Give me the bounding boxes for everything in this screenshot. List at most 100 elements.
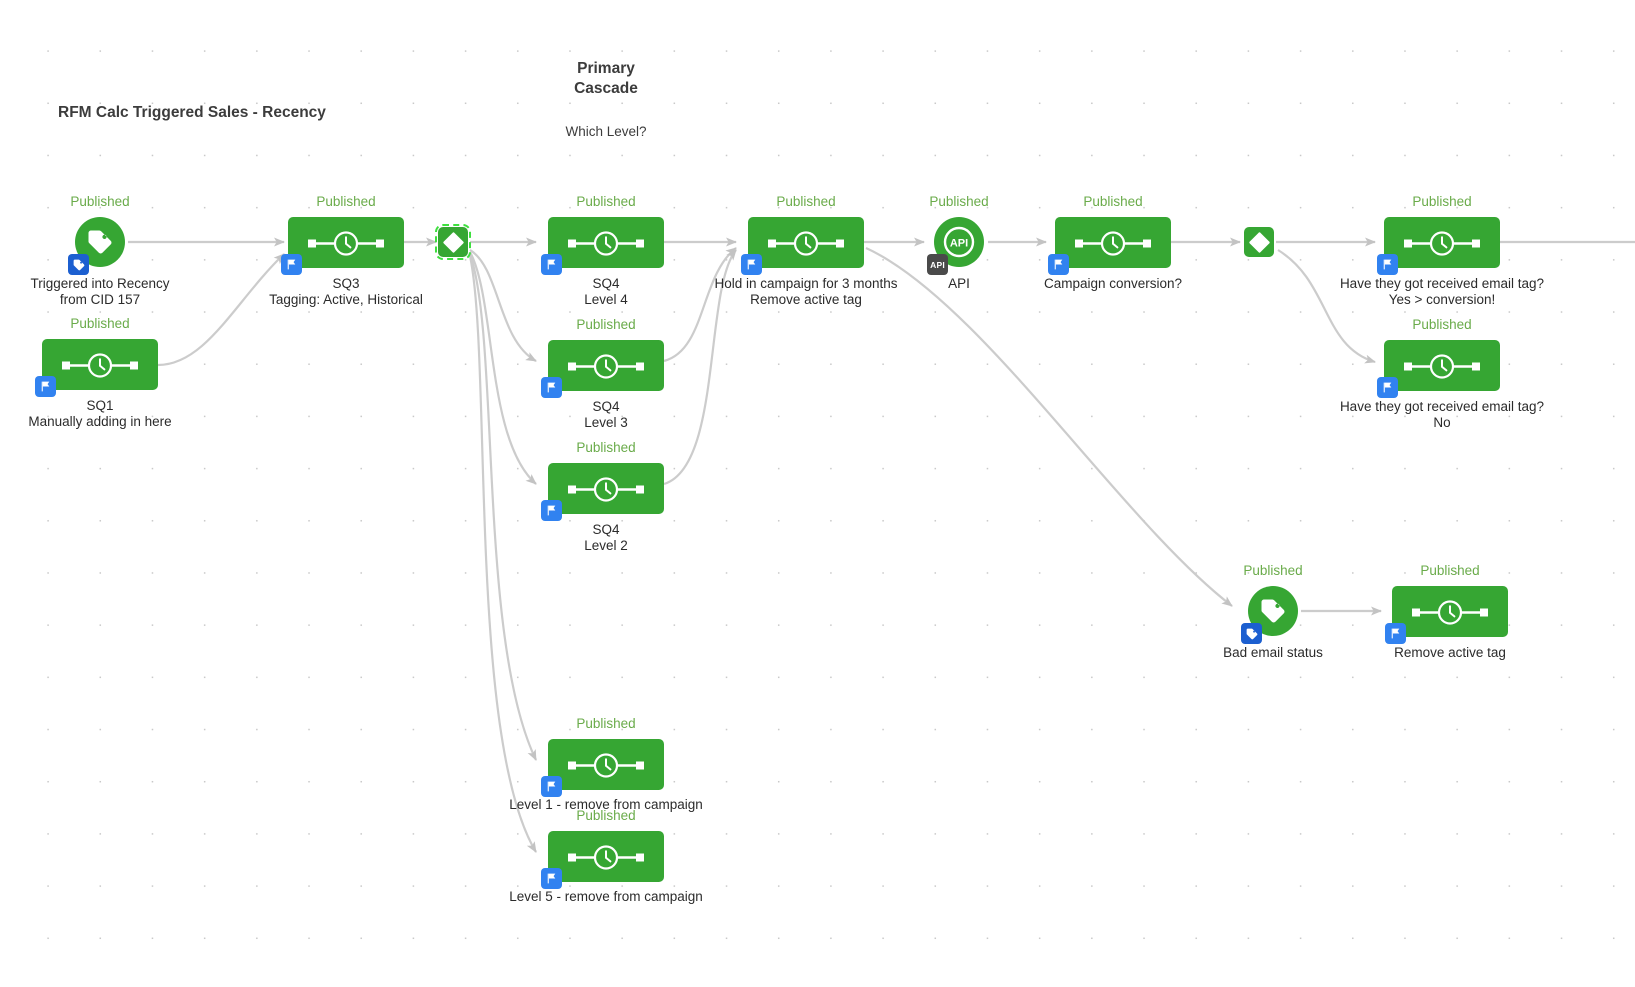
node-status-published: Published: [776, 194, 836, 209]
box-body[interactable]: [548, 217, 664, 268]
node-bad-email-status[interactable]: Published Bad email status: [1223, 563, 1323, 660]
svg-text:API: API: [950, 238, 968, 250]
box-body[interactable]: [548, 463, 664, 514]
edge-decision-to-level5: [468, 255, 537, 853]
node-status-published: Published: [576, 808, 636, 823]
box-body[interactable]: [748, 217, 864, 268]
node-sq3[interactable]: Published SQ3 Tagging: Active, Historica…: [269, 194, 423, 307]
box-body[interactable]: [1384, 340, 1500, 391]
node-status-published: Published: [316, 194, 376, 209]
box-body[interactable]: [548, 739, 664, 790]
node-label: Campaign conversion?: [1043, 276, 1183, 291]
node-label: Triggered into Recency from CID 157: [30, 276, 170, 308]
node-decision-conversion[interactable]: [1244, 227, 1274, 257]
node-status-published: Published: [70, 316, 130, 331]
timer-icon: [568, 230, 644, 256]
node-label: Have they got received email tag? Yes > …: [1339, 276, 1545, 308]
flag-badge-icon: [1385, 623, 1406, 644]
flag-badge-icon: [541, 868, 562, 889]
flag-badge-icon: [1377, 254, 1398, 275]
tag-badge-icon: [68, 254, 89, 275]
node-email-tag-yes[interactable]: Published Have they got received email t…: [1340, 194, 1544, 307]
diamond-icon[interactable]: [1244, 227, 1274, 257]
node-trigger-recency[interactable]: Published Triggered into Recency from CI…: [30, 194, 169, 307]
flag-badge-icon: [741, 254, 762, 275]
box-body[interactable]: [1055, 217, 1171, 268]
node-level5-remove[interactable]: Published Level 5 - remove from campaign: [509, 808, 703, 904]
flag-badge-icon: [541, 500, 562, 521]
edge-layer: [128, 237, 1635, 853]
node-sq4-level4[interactable]: Published SQ4 Level 4: [541, 194, 664, 307]
edge-sq1-to-sq3: [157, 253, 285, 367]
node-status-published: Published: [1412, 317, 1472, 332]
diamond-inner: [442, 231, 464, 253]
tag-icon: [88, 230, 112, 254]
node-label: SQ4 Level 2: [584, 522, 628, 554]
node-label: Have they got received email tag? No: [1339, 399, 1545, 431]
edge-decision-to-level1: [468, 253, 537, 761]
flag-badge-icon: [1377, 377, 1398, 398]
node-status-published: Published: [1243, 563, 1303, 578]
box-body[interactable]: [1384, 217, 1500, 268]
node-sq4-level2[interactable]: Published SQ4 Level 2: [541, 440, 664, 553]
node-status-published: Published: [1420, 563, 1480, 578]
box-body[interactable]: [1392, 586, 1508, 637]
node-api[interactable]: Published API API API: [927, 194, 989, 291]
node-status-published: Published: [576, 716, 636, 731]
box-body[interactable]: [548, 831, 664, 882]
node-label: SQ3 Tagging: Active, Historical: [269, 276, 423, 308]
timer-icon: [568, 752, 644, 778]
flag-badge-icon: [541, 776, 562, 797]
node-level1-remove[interactable]: Published Level 1 - remove from campaign: [509, 716, 703, 812]
node-label: Level 5 - remove from campaign: [509, 889, 703, 904]
box-body[interactable]: [42, 339, 158, 390]
node-email-tag-no[interactable]: Published Have they got received email t…: [1340, 317, 1544, 430]
flow-title: RFM Calc Triggered Sales - Recency: [58, 104, 326, 121]
flag-badge-icon: [541, 254, 562, 275]
flag-badge-icon: [541, 377, 562, 398]
timer-icon: [1404, 230, 1480, 256]
node-status-published: Published: [576, 440, 636, 455]
tag-badge-icon: [1241, 623, 1262, 644]
timer-icon: [62, 352, 138, 378]
node-hold-in-campaign[interactable]: Published Hold in campaign for 3 months …: [714, 194, 897, 307]
timer-icon: [568, 476, 644, 502]
node-sq4-level3[interactable]: Published SQ4 Level 3: [541, 317, 664, 430]
node-status-published: Published: [576, 194, 636, 209]
flag-badge-icon: [35, 376, 56, 397]
which-level-note: Which Level?: [565, 124, 647, 139]
node-label: Hold in campaign for 3 months Remove act…: [714, 276, 898, 308]
node-label: SQ4 Level 3: [584, 399, 628, 431]
diamond-icon[interactable]: [435, 224, 471, 260]
flag-badge-icon: [281, 254, 302, 275]
diamond-inner: [1248, 231, 1270, 253]
node-status-published: Published: [576, 317, 636, 332]
box-body[interactable]: [288, 217, 404, 268]
flag-badge-icon: [1048, 254, 1069, 275]
primary-cascade-title: Primary Cascade: [574, 60, 638, 98]
box-body[interactable]: [548, 340, 664, 391]
node-status-published: Published: [70, 194, 130, 209]
node-decision-which-level[interactable]: [435, 224, 471, 260]
timer-icon: [308, 230, 384, 256]
timer-icon: [1412, 599, 1488, 625]
timer-icon: [768, 230, 844, 256]
edge-hold-to-bad-email: [865, 246, 1233, 607]
timer-icon: [568, 353, 644, 379]
node-remove-active-tag[interactable]: Published Remove active tag: [1385, 563, 1508, 660]
node-label: API: [948, 276, 970, 291]
node-label: SQ4 Level 4: [584, 276, 628, 308]
node-status-published: Published: [929, 194, 989, 209]
node-sq1[interactable]: Published SQ1 Manually adding in here: [28, 316, 171, 429]
timer-icon: [1075, 230, 1151, 256]
node-label: SQ1 Manually adding in here: [28, 398, 172, 430]
node-campaign-conversion[interactable]: Published Campaign conversion?: [1044, 194, 1182, 291]
workflow-canvas[interactable]: RFM Calc Triggered Sales - Recency Prima…: [0, 0, 1635, 987]
node-label: Remove active tag: [1394, 645, 1506, 660]
api-badge-icon: API: [927, 254, 948, 275]
node-status-published: Published: [1083, 194, 1143, 209]
timer-icon: [1404, 353, 1480, 379]
node-status-published: Published: [1412, 194, 1472, 209]
tag-icon: [1261, 599, 1285, 623]
node-label: Bad email status: [1223, 645, 1323, 660]
